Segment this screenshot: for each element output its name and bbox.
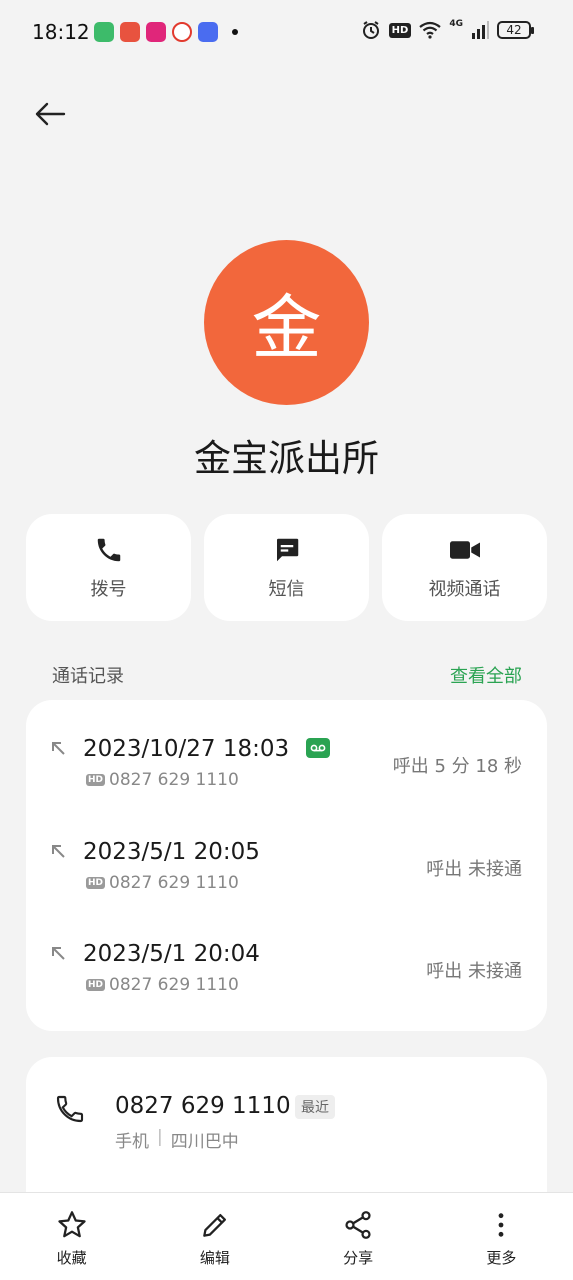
alarm-icon	[362, 21, 379, 39]
signal-icon	[472, 21, 489, 39]
call-number-line: HD 0827 629 1110	[86, 975, 239, 995]
more-label: 更多	[486, 1249, 517, 1267]
dial-button[interactable]: 拨号	[26, 514, 191, 621]
outgoing-call-icon	[52, 947, 65, 960]
video-call-button[interactable]: 视频通话	[382, 514, 547, 621]
call-log-row[interactable]: 2023/10/27 18:03 HD 0827 629 1110 呼出 5 分…	[26, 700, 547, 790]
separator: |	[157, 1127, 163, 1147]
call-status: 呼出 未接通	[426, 859, 522, 880]
hd-voice-indicator: HD	[388, 22, 412, 38]
status-app-icons	[94, 22, 238, 42]
app-notification-icon	[146, 22, 166, 42]
battery-indicator: 42	[497, 21, 534, 39]
network-type-label: 4G	[449, 19, 463, 29]
share-button[interactable]: 分享	[287, 1193, 430, 1280]
phone-icon	[56, 1095, 84, 1123]
status-bar: 18:12 HD 4G 42	[0, 0, 573, 66]
more-notifications-dot	[232, 29, 238, 35]
avatar-initial: 金	[251, 287, 322, 369]
phone-number: 0827 629 1110	[115, 1093, 291, 1119]
call-status: 呼出 未接通	[426, 961, 522, 982]
call-datetime: 2023/5/1 20:04	[83, 941, 260, 967]
call-log-row[interactable]: 2023/5/1 20:05 HD 0827 629 1110 呼出 未接通	[26, 803, 547, 893]
favorite-label: 收藏	[56, 1249, 87, 1267]
message-button[interactable]: 短信	[204, 514, 369, 621]
more-icon	[498, 1213, 504, 1237]
outgoing-call-icon	[52, 845, 65, 858]
bottom-action-bar: 收藏 编辑 分享 更多	[0, 1192, 573, 1280]
hd-call-icon: HD	[86, 979, 106, 991]
share-label: 分享	[343, 1249, 374, 1267]
recent-badge: 最近	[295, 1095, 335, 1119]
app-notification-icon	[172, 22, 192, 42]
outgoing-call-icon	[52, 742, 65, 755]
app-notification-icon	[94, 22, 114, 42]
contact-name: 金宝派出所	[194, 437, 379, 480]
contact-avatar: 金	[204, 240, 369, 405]
wifi-icon	[419, 21, 442, 39]
call-datetime: 2023/10/27 18:03	[83, 736, 290, 762]
hd-call-icon: HD	[86, 877, 106, 889]
message-label: 短信	[268, 578, 305, 600]
pencil-icon	[203, 1214, 226, 1237]
call-number: 0827 629 1110	[109, 975, 239, 995]
app-notification-icon	[198, 22, 218, 42]
number-details: 手机 | 四川巴中	[115, 1127, 239, 1152]
call-number-line: HD 0827 629 1110	[86, 873, 239, 893]
call-number: 0827 629 1110	[109, 770, 239, 790]
recording-icon[interactable]	[306, 738, 330, 758]
number-location: 四川巴中	[170, 1132, 239, 1152]
back-button[interactable]	[30, 96, 70, 132]
back-arrow-icon	[35, 102, 66, 126]
dial-label: 拨号	[90, 578, 127, 600]
number-type: 手机	[115, 1132, 149, 1152]
status-time: 18:12	[32, 20, 90, 44]
status-indicators: HD 4G 42	[361, 19, 534, 40]
quick-actions: 拨号 短信 视频通话	[26, 514, 547, 621]
app-notification-icon	[120, 22, 140, 42]
video-call-label: 视频通话	[428, 578, 501, 600]
share-icon	[345, 1211, 371, 1239]
call-datetime: 2023/5/1 20:05	[83, 839, 260, 865]
phone-icon	[97, 538, 120, 561]
call-log-card: 2023/10/27 18:03 HD 0827 629 1110 呼出 5 分…	[26, 700, 547, 1031]
call-number-line: HD 0827 629 1110	[86, 770, 239, 790]
message-icon	[276, 538, 298, 561]
star-icon	[57, 1211, 86, 1238]
edit-button[interactable]: 编辑	[143, 1193, 286, 1280]
hd-call-icon: HD	[86, 774, 106, 786]
call-log-header: 通话记录 查看全部	[52, 662, 522, 688]
call-status: 呼出 5 分 18 秒	[392, 756, 522, 777]
more-button[interactable]: 更多	[430, 1193, 573, 1280]
edit-label: 编辑	[199, 1249, 230, 1267]
favorite-button[interactable]: 收藏	[0, 1193, 143, 1280]
call-number: 0827 629 1110	[109, 873, 239, 893]
video-icon	[449, 540, 480, 559]
call-log-row[interactable]: 2023/5/1 20:04 HD 0827 629 1110 呼出 未接通	[26, 905, 547, 995]
call-log-title: 通话记录	[52, 666, 124, 687]
view-all-link[interactable]: 查看全部	[450, 662, 522, 688]
